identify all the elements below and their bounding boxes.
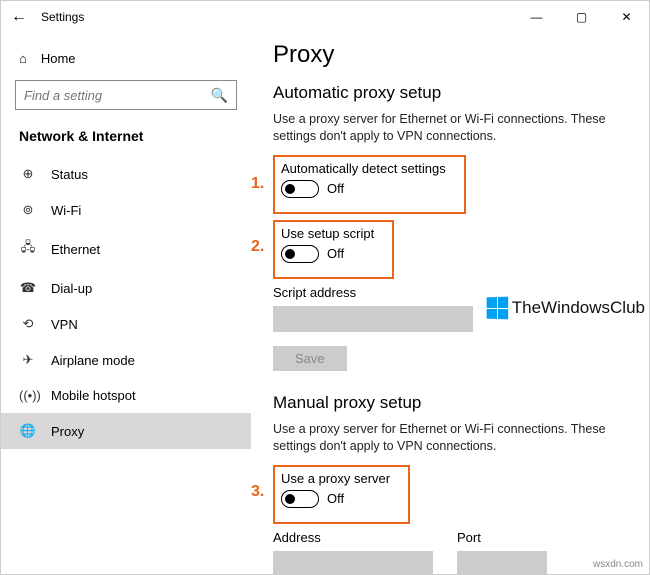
sidebar-item-label: Status	[51, 167, 88, 182]
setup-script-state: Off	[327, 246, 344, 261]
search-icon: 🔍	[211, 87, 228, 104]
auto-detect-state: Off	[327, 181, 344, 196]
annotation-3: 3.	[251, 483, 264, 501]
address-label: Address	[273, 530, 433, 545]
status-icon: ⊕	[19, 166, 37, 182]
address-input[interactable]	[273, 551, 433, 575]
auto-detect-toggle[interactable]	[281, 180, 319, 198]
sidebar-item-proxy[interactable]: 🌐 Proxy	[1, 413, 251, 449]
window-title: Settings	[41, 10, 84, 24]
search-box[interactable]: 🔍	[15, 80, 237, 110]
watermark-text: TheWindowsClub	[512, 298, 645, 318]
annotation-1: 1.	[251, 175, 264, 193]
content-pane: Proxy Automatic proxy setup Use a proxy …	[251, 33, 649, 574]
manual-proxy-desc: Use a proxy server for Ethernet or Wi-Fi…	[273, 421, 633, 455]
sidebar-item-label: Dial-up	[51, 281, 92, 296]
use-proxy-toggle[interactable]	[281, 490, 319, 508]
highlight-box-2: Use setup script Off	[273, 220, 394, 279]
auto-detect-label: Automatically detect settings	[281, 161, 446, 176]
setup-script-toggle[interactable]	[281, 245, 319, 263]
sidebar-item-label: VPN	[51, 317, 78, 332]
script-address-input[interactable]	[273, 306, 473, 332]
hotspot-icon: ((•))	[19, 388, 37, 403]
titlebar: ← Settings — ▢ ✕	[1, 1, 649, 33]
sidebar-item-label: Airplane mode	[51, 353, 135, 368]
sidebar-item-label: Ethernet	[51, 242, 100, 257]
sidebar-home-label: Home	[41, 51, 76, 66]
airplane-icon: ✈	[19, 352, 37, 368]
sidebar-item-vpn[interactable]: ⟲ VPN	[1, 306, 251, 342]
page-title: Proxy	[273, 41, 635, 69]
sidebar-item-wifi[interactable]: ⊚ Wi-Fi	[1, 192, 251, 228]
auto-proxy-heading: Automatic proxy setup	[273, 83, 635, 103]
window-controls: — ▢ ✕	[514, 1, 649, 33]
wifi-icon: ⊚	[19, 202, 37, 218]
sidebar-item-airplane[interactable]: ✈ Airplane mode	[1, 342, 251, 378]
highlight-box-1: Automatically detect settings Off	[273, 155, 466, 214]
proxy-icon: 🌐	[19, 423, 37, 439]
sidebar-item-ethernet[interactable]: 🖧 Ethernet	[1, 228, 251, 270]
windows-logo-icon	[486, 297, 508, 320]
port-input[interactable]	[457, 551, 547, 575]
home-icon: ⌂	[19, 51, 27, 66]
vpn-icon: ⟲	[19, 316, 37, 332]
sidebar-item-label: Mobile hotspot	[51, 388, 136, 403]
dialup-icon: ☎	[19, 280, 37, 296]
manual-proxy-heading: Manual proxy setup	[273, 393, 635, 413]
watermark: TheWindowsClub	[482, 295, 649, 321]
annotation-2: 2.	[251, 238, 264, 256]
back-button[interactable]: ←	[11, 8, 41, 26]
ethernet-icon: 🖧	[19, 238, 37, 260]
use-proxy-label: Use a proxy server	[281, 471, 390, 486]
sidebar-home[interactable]: ⌂ Home	[1, 43, 251, 74]
sidebar-item-status[interactable]: ⊕ Status	[1, 156, 251, 192]
sidebar-item-label: Wi-Fi	[51, 203, 81, 218]
sidebar-section-title: Network & Internet	[1, 124, 251, 156]
domain-label: wsxdn.com	[593, 559, 643, 570]
sidebar-item-label: Proxy	[51, 424, 84, 439]
highlight-box-3: Use a proxy server Off	[273, 465, 410, 524]
sidebar-item-dialup[interactable]: ☎ Dial-up	[1, 270, 251, 306]
setup-script-label: Use setup script	[281, 226, 374, 241]
minimize-button[interactable]: —	[514, 1, 559, 33]
sidebar-item-hotspot[interactable]: ((•)) Mobile hotspot	[1, 378, 251, 413]
sidebar: ⌂ Home 🔍 Network & Internet ⊕ Status ⊚ W…	[1, 33, 251, 574]
close-button[interactable]: ✕	[604, 1, 649, 33]
maximize-button[interactable]: ▢	[559, 1, 604, 33]
use-proxy-state: Off	[327, 491, 344, 506]
port-label: Port	[457, 530, 547, 545]
save-button: Save	[273, 346, 347, 371]
auto-proxy-desc: Use a proxy server for Ethernet or Wi-Fi…	[273, 111, 633, 145]
search-input[interactable]	[24, 88, 211, 103]
